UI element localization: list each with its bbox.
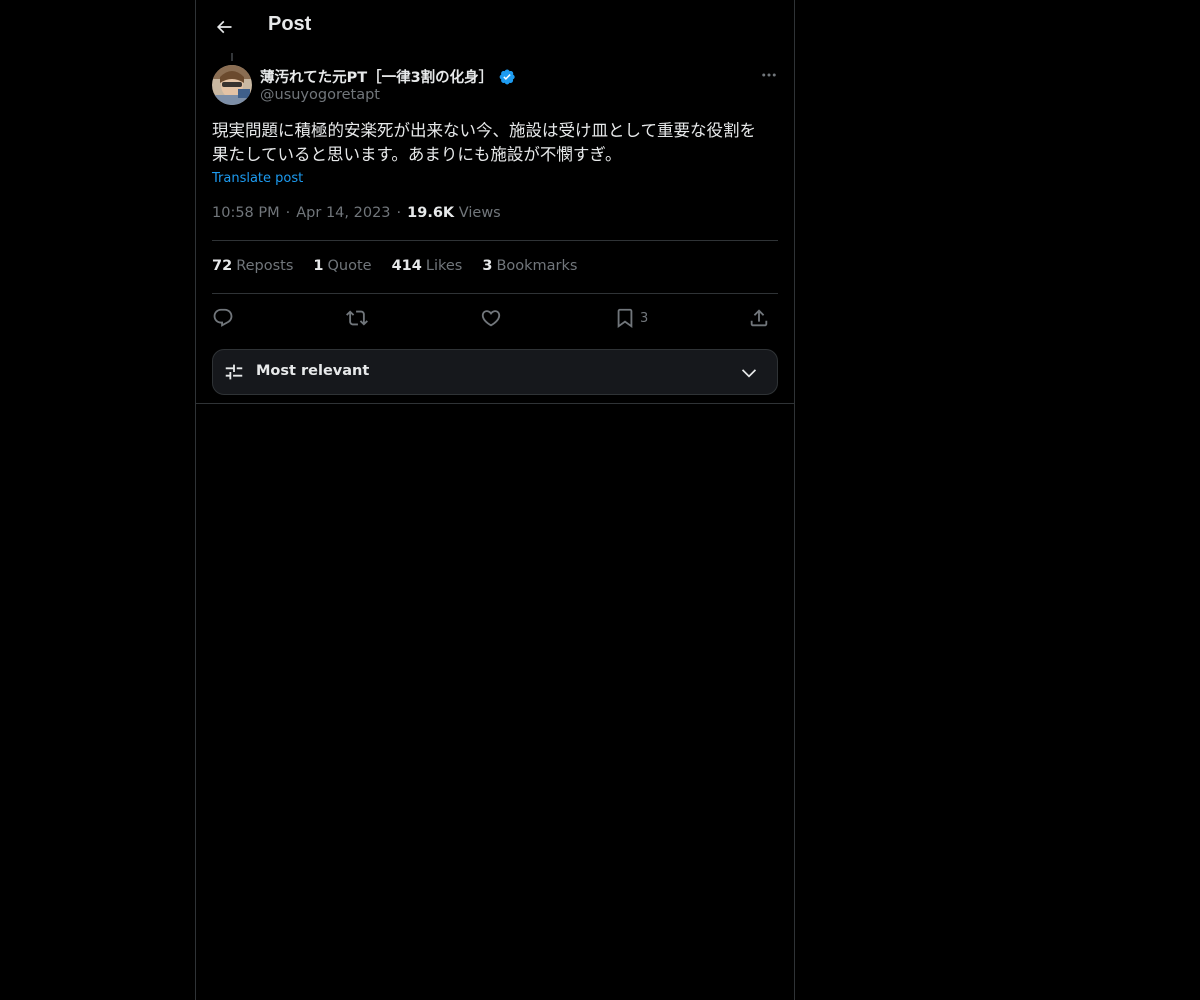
reposts-stat[interactable]: 72 Reposts [212, 258, 293, 274]
back-arrow-icon [216, 20, 232, 34]
translate-post-link[interactable]: Translate post [212, 171, 303, 186]
like-button[interactable] [480, 304, 502, 332]
bookmarks-stat[interactable]: 3 Bookmarks [482, 258, 577, 274]
bookmark-button[interactable]: 3 [614, 304, 648, 332]
meta-separator: · [396, 205, 402, 221]
quotes-stat[interactable]: 1 Quote [313, 258, 371, 274]
page-title: Post [268, 13, 312, 35]
repost-icon [346, 310, 368, 326]
likes-label: Likes [425, 258, 463, 274]
top-bar: Post [196, 0, 794, 53]
share-button[interactable] [748, 304, 770, 332]
reply-icon [213, 308, 233, 327]
post-body-text: 現実問題に積極的安楽死が出来ない今、施設は受け皿として重要な役割を 果たしている… [212, 121, 757, 164]
sort-label: Most relevant [256, 363, 370, 379]
more-options-button[interactable] [758, 64, 780, 86]
more-horizontal-icon [762, 73, 776, 77]
reposts-label: Reposts [236, 258, 294, 274]
bookmarks-label: Bookmarks [496, 258, 578, 274]
avatar-image [212, 65, 252, 105]
likes-stat[interactable]: 414 Likes [392, 258, 463, 274]
views-count: 19.6K [407, 205, 455, 221]
quotes-label: Quote [327, 258, 372, 274]
stats-bottom-divider [212, 293, 778, 294]
verified-badge-icon [499, 69, 515, 84]
author-handle[interactable]: @usuyogoretapt [260, 87, 380, 103]
bookmark-icon [617, 308, 633, 329]
main-column: Post 薄汚れてた元PT［一律3割の化身］ @usuyogoretapt 現実… [195, 0, 795, 1000]
meta-separator: · [285, 205, 291, 221]
author-name[interactable]: 薄汚れてた元PT［一律3割の化身］ [260, 66, 516, 87]
thread-connector-line [231, 53, 233, 61]
reposts-count: 72 [212, 258, 233, 274]
reply-sort-dropdown[interactable]: Most relevant [212, 349, 778, 395]
sort-filter-icon [225, 364, 243, 380]
chevron-down-icon [741, 369, 757, 378]
share-icon [750, 309, 768, 327]
post-date[interactable]: Apr 14, 2023 [296, 205, 390, 221]
author-avatar[interactable] [212, 65, 252, 105]
like-icon [481, 310, 501, 327]
section-divider [196, 403, 794, 404]
bookmark-count: 3 [640, 310, 649, 326]
quotes-count: 1 [313, 258, 324, 274]
post-metadata: 10:58 PM · Apr 14, 2023 · 19.6K Views [212, 205, 501, 221]
author-name-text: 薄汚れてた元PT［一律3割の化身］ [260, 70, 494, 86]
back-button[interactable] [208, 11, 240, 43]
views-label: Views [458, 205, 501, 221]
post-time[interactable]: 10:58 PM [212, 205, 280, 221]
action-bar: 3 [212, 304, 778, 332]
engagement-stats: 72 Reposts 1 Quote 414 Likes 3 Bookmarks [212, 258, 597, 274]
bookmarks-count: 3 [482, 258, 493, 274]
stats-top-divider [212, 240, 778, 241]
likes-count: 414 [391, 258, 422, 274]
repost-button[interactable] [346, 304, 368, 332]
reply-button[interactable] [212, 304, 234, 332]
